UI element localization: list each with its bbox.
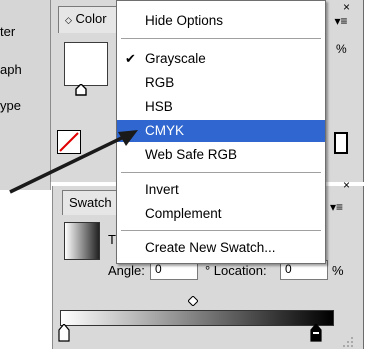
menu-item-hide-options[interactable]: Hide Options xyxy=(117,10,325,32)
gradient-preview[interactable] xyxy=(64,222,100,260)
menu-separator xyxy=(121,172,321,173)
left-strip-item[interactable]: ter xyxy=(0,24,15,39)
menu-item-create-new-swatch[interactable]: Create New Swatch... xyxy=(117,237,325,259)
percent-label: % xyxy=(336,42,347,56)
type-label: T xyxy=(108,232,116,247)
menu-item-complement[interactable]: Complement xyxy=(117,203,325,225)
close-icon[interactable]: × xyxy=(343,178,350,192)
diamond-arrows-icon: ◇ xyxy=(65,15,72,25)
menu-item-web-safe-rgb[interactable]: Web Safe RGB xyxy=(117,144,325,166)
swatch-tab-label: Swatch xyxy=(69,195,112,210)
menu-separator xyxy=(121,230,321,231)
angle-value: 0 xyxy=(155,262,162,276)
close-icon[interactable]: × xyxy=(343,0,350,14)
menu-item-cmyk[interactable]: CMYK xyxy=(117,120,325,142)
panel-menu-button[interactable]: ▾≡ xyxy=(330,14,352,32)
color-tab-label: Color xyxy=(75,11,107,26)
left-strip-item[interactable]: ype xyxy=(0,98,21,113)
gradient-midpoint-icon[interactable] xyxy=(188,296,198,306)
location-value: 0 xyxy=(285,262,292,276)
menu-item-invert[interactable]: Invert xyxy=(117,179,325,201)
gradient-slider[interactable] xyxy=(60,310,334,326)
checkmark-icon: ✔ xyxy=(125,51,136,66)
left-panel-strip: ter aph ype xyxy=(0,0,51,190)
left-strip-item[interactable]: aph xyxy=(0,62,22,77)
fill-swatch[interactable] xyxy=(64,42,108,86)
color-panel-menu: Hide Options ✔ Grayscale RGB HSB CMYK We… xyxy=(116,0,326,264)
tab-swatches[interactable]: Swatch xyxy=(62,190,124,215)
location-label: ° Location: xyxy=(205,263,267,278)
stroke-marker-icon[interactable] xyxy=(74,84,88,96)
angle-label: Angle: xyxy=(108,263,145,278)
none-swatch-icon[interactable] xyxy=(57,130,81,154)
resize-grip-icon[interactable] xyxy=(340,334,354,348)
panel-menu-button[interactable]: ▾≡ xyxy=(330,200,343,214)
tab-color[interactable]: ◇ Color xyxy=(58,6,122,33)
last-color-swatch[interactable] xyxy=(334,132,348,154)
menu-item-rgb[interactable]: RGB xyxy=(117,72,325,94)
menu-separator xyxy=(121,38,321,39)
gradient-stop-left-icon[interactable] xyxy=(58,324,70,342)
percent-label: % xyxy=(332,263,344,278)
menu-item-hsb[interactable]: HSB xyxy=(117,96,325,118)
gradient-stop-right-icon[interactable] xyxy=(310,324,322,342)
menu-item-grayscale[interactable]: ✔ Grayscale xyxy=(117,48,325,70)
